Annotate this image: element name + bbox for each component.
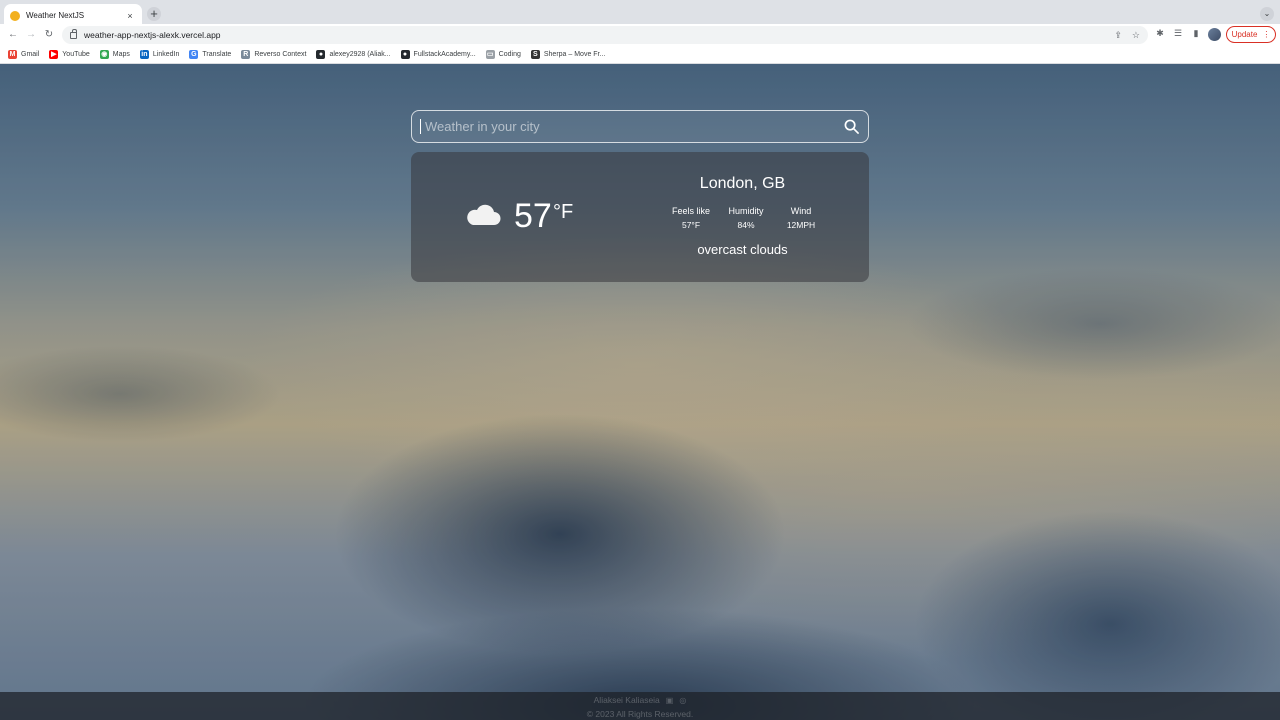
share-icon[interactable]: ⇪	[1114, 30, 1122, 41]
page-footer: Aliaksei Kaliaseia ▣ ◎ © 2023 All Rights…	[0, 692, 1280, 720]
weather-card: 57 °F London, GB Feels like 57°F Humidit…	[411, 152, 869, 282]
wind-stat: Wind 12MPH	[776, 206, 826, 230]
bookmark-item[interactable]: S Sherpa – Move Fr...	[530, 50, 606, 59]
update-label: Update	[1231, 30, 1258, 39]
search-icon	[844, 119, 859, 134]
bookmark-favicon-icon: ▭	[485, 50, 495, 59]
bookmark-favicon-icon: in	[139, 50, 149, 59]
bookmark-label: alexey2928 (Aliak...	[329, 51, 391, 58]
footer-author: Aliaksei Kaliaseia	[593, 695, 660, 705]
side-panel-icon[interactable]: ▮	[1189, 28, 1203, 39]
search-button[interactable]	[842, 118, 860, 136]
bookmark-label: Sherpa – Move Fr...	[543, 51, 606, 58]
bookmark-item[interactable]: in LinkedIn	[139, 50, 180, 59]
footer-copyright: © 2023 All Rights Reserved.	[586, 709, 694, 719]
bookmark-favicon-icon: ●	[316, 50, 326, 59]
bookmark-item[interactable]: G Translate	[189, 50, 231, 59]
linkedin-icon[interactable]: ▣	[666, 696, 674, 705]
bookmark-favicon-icon: G	[189, 50, 199, 59]
profile-avatar[interactable]	[1208, 28, 1221, 41]
humidity-label: Humidity	[728, 206, 764, 216]
bookmark-label: Reverso Context	[254, 51, 307, 58]
feels-like-value: 57°F	[681, 220, 701, 230]
bookmarks-bar: M Gmail ▶ YouTube ◉ Maps in LinkedIn G Translate R…	[0, 46, 1280, 64]
temperature-unit: °F	[553, 201, 574, 223]
humidity-value: 84%	[737, 220, 755, 230]
bookmark-item[interactable]: ◉ Maps	[99, 50, 130, 59]
city-search-input[interactable]	[420, 119, 842, 134]
bookmark-favicon-icon: ◉	[99, 50, 109, 59]
back-arrow-icon[interactable]: ←	[6, 28, 20, 42]
tab-title: Weather NextJS	[26, 11, 85, 20]
cloud-icon	[467, 204, 501, 225]
reading-list-icon[interactable]: ☰	[1171, 28, 1185, 39]
bookmark-favicon-icon: M	[8, 50, 17, 59]
bookmark-favicon-icon: R	[241, 50, 251, 59]
bookmark-favicon-icon: S	[530, 50, 540, 59]
reload-icon[interactable]: ↻	[42, 28, 56, 42]
bookmark-label: LinkedIn	[152, 51, 180, 58]
city-name: London, GB	[699, 175, 786, 192]
wind-label: Wind	[790, 206, 812, 216]
bookmark-item[interactable]: ● alexey2928 (Aliak...	[316, 50, 391, 59]
browser-toolbar: ← → ↻ weather-app-nextjs-alexk.vercel.ap…	[0, 24, 1280, 46]
bookmark-label: YouTube	[62, 51, 90, 58]
bookmark-label: Gmail	[21, 51, 40, 58]
bookmark-item[interactable]: ● FullstackAcademy...	[400, 50, 476, 59]
bookmark-label: Maps	[112, 51, 130, 58]
humidity-stat: Humidity 84%	[721, 206, 771, 230]
browser-tab-strip: Weather NextJS × + ⌄	[0, 0, 1280, 27]
update-button[interactable]: Update ⋮	[1226, 26, 1276, 43]
weather-stats: Feels like 57°F Humidity 84% Wind 12MPH	[666, 206, 826, 230]
lock-icon[interactable]	[70, 28, 77, 39]
temperature-value: 57	[514, 197, 552, 235]
url-text[interactable]: weather-app-nextjs-alexk.vercel.app	[84, 30, 1104, 40]
wind-value: 12MPH	[786, 220, 816, 230]
weather-description: overcast clouds	[697, 242, 788, 257]
bookmark-star-icon[interactable]: ☆	[1132, 30, 1140, 41]
bookmark-item[interactable]: M Gmail	[8, 50, 39, 59]
feels-like-label: Feels like	[671, 206, 710, 216]
kebab-menu-icon: ⋮	[1262, 30, 1271, 39]
tab-close-icon[interactable]: ×	[124, 11, 136, 21]
forward-arrow-icon[interactable]: →	[24, 28, 38, 42]
extensions-puzzle-icon[interactable]: ✱	[1153, 28, 1167, 39]
feels-like-stat: Feels like 57°F	[666, 206, 716, 230]
sun-favicon-icon	[10, 10, 20, 21]
github-icon[interactable]: ◎	[679, 696, 686, 705]
bookmark-item[interactable]: ▭ Coding	[485, 50, 521, 59]
address-bar[interactable]: weather-app-nextjs-alexk.vercel.app ⇪ ☆	[62, 26, 1148, 44]
bookmark-label: Translate	[202, 51, 232, 58]
new-tab-button[interactable]: +	[147, 7, 161, 21]
page-background: 57 °F London, GB Feels like 57°F Humidit…	[0, 64, 1280, 720]
search-form	[411, 110, 869, 143]
bookmark-favicon-icon: ●	[400, 50, 410, 59]
tab-search-button[interactable]: ⌄	[1260, 7, 1274, 21]
bookmark-item[interactable]: ▶ YouTube	[49, 50, 90, 59]
bookmark-favicon-icon: ▶	[49, 50, 59, 59]
bookmark-item[interactable]: R Reverso Context	[241, 50, 306, 59]
bookmark-label: FullstackAcademy...	[413, 51, 476, 58]
bookmark-label: Coding	[498, 51, 521, 58]
